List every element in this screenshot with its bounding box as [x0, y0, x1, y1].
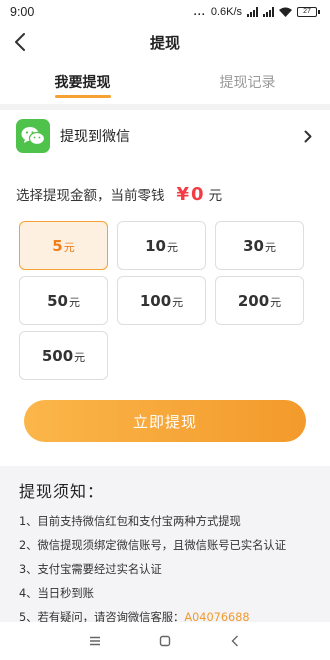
amount-option-10[interactable]: 10 元 — [117, 221, 206, 270]
notice-line: 2、微信提现须绑定微信账号，且微信账号已实名认证 — [19, 539, 287, 552]
amount-prompt: 选择提现金额，当前零钱 — [16, 188, 165, 204]
amount-option-200[interactable]: 200 元 — [215, 276, 304, 325]
amount-option-500[interactable]: 500 元 — [19, 331, 108, 380]
notice-line: 3、支付宝需要经过实名认证 — [19, 563, 162, 576]
withdraw-notice: 提现须知： 1、目前支持微信红包和支付宝两种方式提现 2、微信提现须绑定微信账号… — [0, 466, 330, 624]
balance-value: 0 — [191, 184, 204, 205]
chevron-right-icon — [302, 128, 314, 144]
menu-icon[interactable] — [88, 634, 102, 648]
currency-symbol: ¥ — [176, 184, 190, 205]
option-value: 100 — [139, 292, 172, 310]
option-unit: 元 — [166, 241, 178, 254]
back-arrow-icon[interactable] — [8, 30, 32, 54]
option-unit: 元 — [63, 241, 75, 254]
amount-header: 选择提现金额，当前零钱 ¥ 0 元 — [16, 184, 222, 205]
status-indicators: ... 0.6K/s 27 — [194, 6, 320, 18]
system-nav-bar — [0, 622, 330, 660]
option-unit: 元 — [172, 296, 184, 309]
withdraw-method-row[interactable]: 提现到微信 — [0, 112, 330, 160]
wechat-icon — [16, 119, 50, 153]
option-unit: 元 — [264, 241, 276, 254]
tab-withdraw-records[interactable]: 提现记录 — [165, 60, 330, 104]
wifi-icon — [279, 7, 292, 17]
home-icon[interactable] — [158, 634, 172, 648]
balance-unit: 元 — [208, 188, 223, 204]
option-value: 5 — [52, 237, 63, 255]
option-unit: 元 — [270, 296, 282, 309]
amount-option-50[interactable]: 50 元 — [19, 276, 108, 325]
page-title: 提现 — [149, 33, 180, 52]
withdraw-method-label: 提现到微信 — [60, 129, 130, 145]
tab-bar: 我要提现 提现记录 — [0, 60, 330, 104]
battery-level: 27 — [297, 7, 317, 17]
signal-icon — [247, 7, 258, 17]
notice-line: 4、当日秒到账 — [19, 587, 94, 600]
notice-title: 提现须知： — [19, 482, 105, 501]
network-speed: 0.6K/s — [210, 6, 242, 18]
status-dots: ... — [193, 6, 206, 18]
option-value: 500 — [41, 347, 74, 365]
option-value: 200 — [237, 292, 270, 310]
back-icon[interactable] — [228, 634, 242, 648]
option-unit: 元 — [74, 351, 86, 364]
status-time: 9:00 — [10, 5, 35, 19]
option-value: 10 — [145, 237, 166, 255]
notice-line: 1、目前支持微信红包和支付宝两种方式提现 — [19, 515, 241, 528]
option-value: 30 — [243, 237, 264, 255]
status-bar: 9:00 ... 0.6K/s 27 — [0, 0, 330, 24]
option-value: 50 — [47, 292, 68, 310]
option-unit: 元 — [68, 296, 80, 309]
amount-option-100[interactable]: 100 元 — [117, 276, 206, 325]
battery-icon: 27 — [297, 7, 320, 17]
amount-option-5[interactable]: 5元 — [19, 221, 108, 270]
nav-bar: 提现 — [0, 24, 330, 60]
withdraw-now-button[interactable]: 立即提现 — [24, 400, 306, 442]
signal-icon-2 — [263, 7, 274, 17]
tab-withdraw[interactable]: 我要提现 — [0, 60, 165, 104]
divider — [0, 104, 330, 110]
amount-option-30[interactable]: 30 元 — [215, 221, 304, 270]
